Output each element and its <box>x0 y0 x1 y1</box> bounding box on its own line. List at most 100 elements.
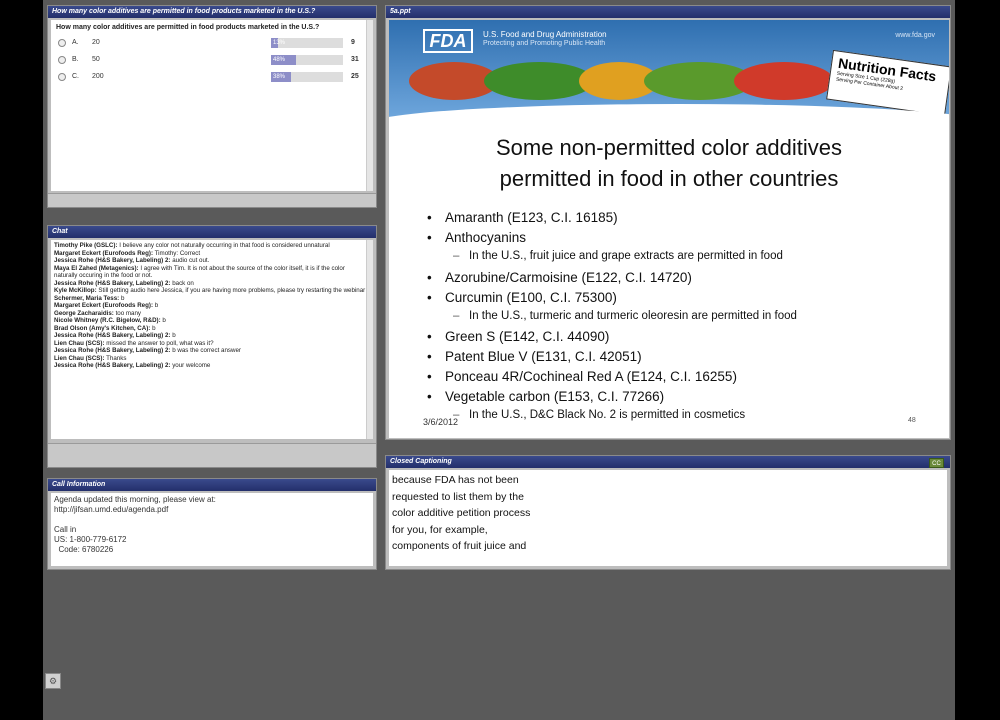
gear-icon[interactable]: ⚙ <box>45 673 61 689</box>
poll-option[interactable]: C. 200 38% 25 <box>56 72 368 89</box>
result-bar: 48% <box>271 55 343 65</box>
chat-sender: Jessica Rohe (H&S Bakery, Labeling) 2: <box>54 362 171 369</box>
slide-bullet: Amaranth (E123, C.I. 16185) <box>427 210 927 230</box>
chat-text: b <box>150 324 156 332</box>
chat-sender: George Zacharaidis: <box>54 309 114 317</box>
captions-title: Closed Captioning <box>386 456 950 468</box>
chat-message: Jessica Rohe (H&S Bakery, Labeling) 2: y… <box>54 362 366 370</box>
slide-title-line: permitted in food in other countries <box>499 166 839 191</box>
slide-bullet: Azorubine/Carmoisine (E122, C.I. 14720) <box>427 270 927 290</box>
chat-sender: Kyle McKillop: <box>54 287 97 294</box>
call-info-line: Agenda updated this morning, please view… <box>54 495 216 504</box>
chat-text: b <box>119 294 125 302</box>
slide-sub-bullet: In the U.S., fruit juice and grape extra… <box>427 250 927 270</box>
slide-bullet: Vegetable carbon (E153, C.I. 77266) <box>427 389 927 409</box>
captions-body: because FDA has not been requested to lis… <box>389 470 947 566</box>
chat-sender: Brad Olson (Amy's Kitchen, CA): <box>54 324 151 332</box>
slide-bullets: Amaranth (E123, C.I. 16185)AnthocyaninsI… <box>427 210 927 429</box>
vegetable-image <box>484 62 594 100</box>
chat-text: Thanks <box>104 354 127 362</box>
chat-text: back on <box>170 279 194 287</box>
chat-sender: Nicole Whitney (R.C. Bigelow, R&D): <box>54 317 161 324</box>
chat-message: George Zacharaidis: too many <box>54 310 366 318</box>
result-bar: 38% <box>271 72 343 82</box>
fda-logo: FDA <box>423 29 473 53</box>
slide-bullet: Ponceau 4R/Cochineal Red A (E124, C.I. 1… <box>427 369 927 389</box>
chat-pod-title: Chat <box>48 226 376 238</box>
caption-line: components of fruit juice and <box>392 540 527 552</box>
chat-sender: Lien Chau (SCS): <box>54 339 105 347</box>
chat-message: Kyle McKillop: Still getting audio here … <box>54 287 366 295</box>
caption-line: color additive petition process <box>392 507 531 519</box>
poll-pod-title: How many color additives are permitted i… <box>48 6 376 18</box>
option-letter: B. <box>72 56 79 63</box>
cc-icon[interactable]: CC <box>929 458 944 468</box>
result-bar: 13% <box>271 38 343 48</box>
chat-sender: Margaret Eckert (Eurofoods Reg): <box>54 302 154 309</box>
slide-title-line: Some non-permitted color additives <box>495 135 843 160</box>
agency-tagline: Protecting and Promoting Public Health <box>483 40 606 47</box>
call-info-title: Call Information <box>48 479 376 491</box>
radio-button[interactable] <box>58 39 66 47</box>
chat-input-bar[interactable] <box>48 443 376 467</box>
chat-text: Timothy: Correct <box>153 249 201 257</box>
slide-bullet: Patent Blue V (E131, C.I. 42051) <box>427 349 927 369</box>
chat-text: I believe any color not naturally occurr… <box>117 242 330 249</box>
poll-scrollbar[interactable] <box>366 20 373 191</box>
radio-button[interactable] <box>58 56 66 64</box>
slide-title: Some non-permitted color additives permi… <box>389 132 949 194</box>
option-letter: C. <box>72 73 79 80</box>
chat-message: Jessica Rohe (H&S Bakery, Labeling) 2: b <box>54 332 366 340</box>
call-info-pod: Call Information Agenda updated this mor… <box>47 478 377 570</box>
call-info-line <box>54 515 370 525</box>
poll-footer <box>48 193 376 207</box>
chat-message: Margaret Eckert (Eurofoods Reg): b <box>54 302 366 310</box>
chat-messages: Timothy Pike (GSLC): I believe any color… <box>51 240 373 439</box>
radio-button[interactable] <box>58 73 66 81</box>
option-count: 25 <box>351 73 359 80</box>
option-letter: A. <box>72 39 79 46</box>
chat-message: Maya El Zahed (Metagenics): I agree with… <box>54 265 366 280</box>
chat-sender: Jessica Rohe (H&S Bakery, Labeling) 2: <box>54 279 171 287</box>
chat-text: b <box>170 332 176 339</box>
option-value: 20 <box>92 39 100 46</box>
chat-message: Nicole Whitney (R.C. Bigelow, R&D): b <box>54 317 366 325</box>
poll-option[interactable]: B. 50 48% 31 <box>56 55 368 72</box>
slide-bullet: Green S (E142, C.I. 44090) <box>427 329 927 349</box>
chat-sender: Jessica Rohe (H&S Bakery, Labeling) 2: <box>54 332 171 339</box>
poll-option[interactable]: A. 20 13% 9 <box>56 38 368 55</box>
call-info-line: http://jifsan.umd.edu/agenda.pdf <box>54 505 169 514</box>
chat-message: Jessica Rohe (H&S Bakery, Labeling) 2: a… <box>54 257 366 265</box>
slide-date: 3/6/2012 <box>423 417 459 427</box>
option-count: 9 <box>351 39 355 46</box>
chat-text: your welcome <box>170 362 211 369</box>
chat-message: Margaret Eckert (Eurofoods Reg): Timothy… <box>54 250 366 258</box>
caption-line: requested to list them by the <box>392 490 524 503</box>
call-info-line: Code: 6780226 <box>54 545 114 554</box>
chat-scrollbar[interactable] <box>366 240 373 439</box>
chat-sender: Jessica Rohe (H&S Bakery, Labeling) 2: <box>54 347 171 354</box>
caption-line: for you, for example, <box>392 523 488 536</box>
slide-sub-bullet: In the U.S., turmeric and turmeric oleor… <box>427 310 927 330</box>
chat-sender: Margaret Eckert (Eurofoods Reg): <box>54 249 154 257</box>
chat-message: Jessica Rohe (H&S Bakery, Labeling) 2: b… <box>54 280 366 288</box>
caption-line: because FDA has not been <box>392 474 519 486</box>
chat-text: missed the answer to poll, what was it? <box>104 339 214 347</box>
chat-text: b was the correct answer <box>170 347 241 354</box>
chat-message: Jessica Rohe (H&S Bakery, Labeling) 2: b… <box>54 347 366 355</box>
webinar-stage: How many color additives are permitted i… <box>43 0 955 720</box>
chat-sender: Jessica Rohe (H&S Bakery, Labeling) 2: <box>54 257 171 264</box>
call-info-line: US: 1-800-779-6172 <box>54 535 127 544</box>
chat-sender: Schermer, Maria Tess: <box>54 294 120 302</box>
slide-bullet: Anthocyanins <box>427 230 927 250</box>
slide-bullet: Curcumin (E100, C.I. 75300) <box>427 290 927 310</box>
poll-question: How many color additives are permitted i… <box>56 24 320 31</box>
poll-pod: How many color additives are permitted i… <box>47 5 377 208</box>
option-value: 50 <box>92 56 100 63</box>
agency-name: U.S. Food and Drug Administration <box>483 30 607 39</box>
presentation-slide: FDA U.S. Food and Drug Administration Pr… <box>389 20 949 438</box>
slide-pod-title: 5a.ppt <box>386 6 950 18</box>
result-bar-fill: 38% <box>271 72 291 82</box>
chat-sender: Lien Chau (SCS): <box>54 354 105 362</box>
result-bar-fill: 48% <box>271 55 296 65</box>
